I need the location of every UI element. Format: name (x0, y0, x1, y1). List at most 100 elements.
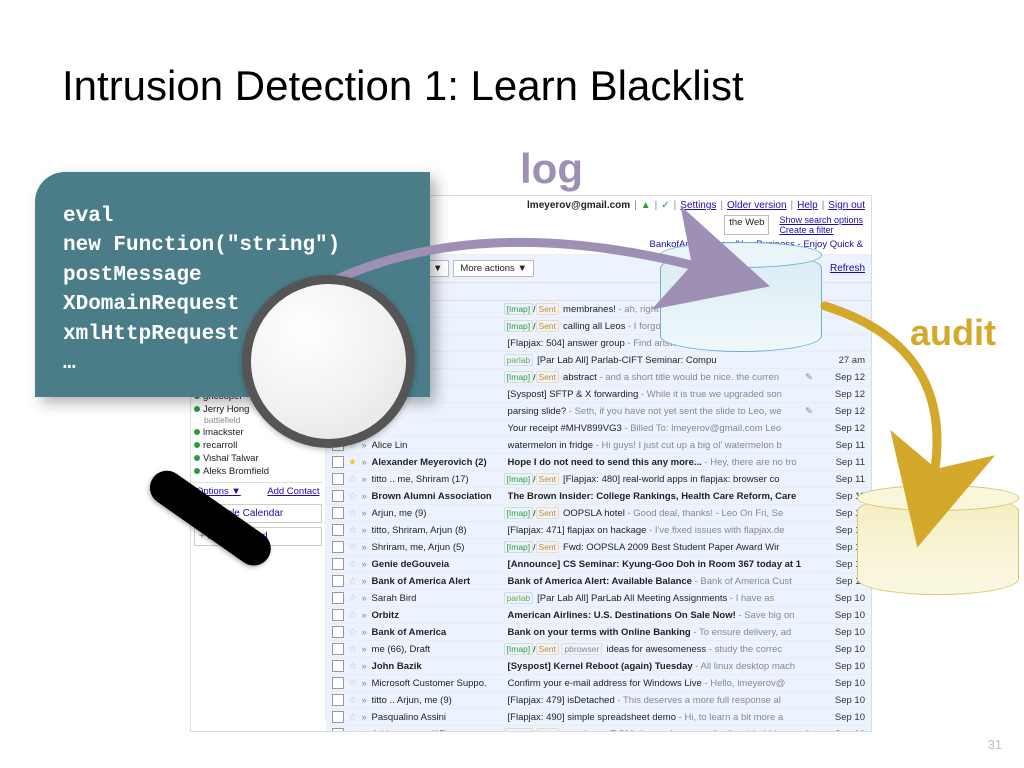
checkbox[interactable] (332, 422, 344, 434)
checkbox[interactable] (332, 405, 344, 417)
sender: Brown Alumni Association (372, 491, 500, 502)
chevron-icon: » (362, 457, 368, 468)
date: Sep 10 (819, 712, 865, 723)
star-icon[interactable]: ☆ (348, 423, 358, 434)
message-row[interactable]: ☆»Alice Linwatermelon in fridge - Hi guy… (326, 437, 871, 454)
message-row[interactable]: ☆»John Bazik[Syspost] Kernel Reboot (aga… (326, 658, 871, 675)
message-row[interactable]: ☆»Sarah Birdparlab[Par Lab All] ParLab A… (326, 590, 871, 607)
subject: Bank of America Alert: Available Balance… (508, 576, 801, 587)
invite-friend-box[interactable]: + Invite a friend (194, 527, 322, 546)
message-row[interactable]: ☆»Bank of America AlertBank of America A… (326, 573, 871, 590)
message-row[interactable]: ☆»Bank of AmericaBank on your terms with… (326, 624, 871, 641)
attachment-icon: ✎ (805, 406, 815, 417)
checkbox[interactable] (332, 609, 344, 621)
star-icon[interactable]: ☆ (348, 712, 358, 723)
show-search-options-link[interactable]: Show search options (779, 215, 863, 225)
checkbox[interactable] (332, 473, 344, 485)
date: Sep 10 (819, 678, 865, 689)
settings-link[interactable]: Settings (680, 200, 716, 211)
checkbox[interactable] (332, 456, 344, 468)
star-icon[interactable]: ☆ (348, 729, 358, 733)
star-icon[interactable]: ☆ (348, 542, 358, 553)
chat-options-link[interactable]: Options ▼ (196, 486, 241, 497)
message-row[interactable]: ☆»me (66), Draft[Imap]/Sent pbrowseridea… (326, 641, 871, 658)
checkbox[interactable] (332, 677, 344, 689)
message-row[interactable]: ☆»Adrienne, me (15)[Imap]/Sentmembrane/D… (326, 726, 871, 732)
subject: Fwd: OOPSLA 2009 Best Student Paper Awar… (563, 542, 801, 553)
checkbox[interactable] (332, 711, 344, 723)
checkbox[interactable] (332, 643, 344, 655)
checkbox[interactable] (332, 490, 344, 502)
star-icon[interactable]: ★ (348, 457, 358, 468)
star-icon[interactable]: ☆ (348, 627, 358, 638)
older-version-link[interactable]: Older version (727, 200, 786, 211)
message-row[interactable]: ☆»Shriram, me, Arjun (5)[Imap]/SentFwd: … (326, 539, 871, 556)
checkbox[interactable] (332, 592, 344, 604)
message-row[interactable]: ☆»Arjun, me (9)[Imap]/SentOOPSLA hotel -… (326, 505, 871, 522)
checkbox[interactable] (332, 694, 344, 706)
checkbox[interactable] (332, 541, 344, 553)
star-icon[interactable]: ☆ (348, 559, 358, 570)
sender: Bank of America Alert (372, 576, 500, 587)
labels: [Imap]/Sent (504, 508, 560, 518)
help-link[interactable]: Help (797, 200, 818, 211)
star-icon[interactable]: ☆ (348, 474, 358, 485)
contact-item[interactable]: Jerry Hongbattlefield (194, 403, 322, 426)
code-line: postMessage (63, 261, 412, 290)
star-icon[interactable]: ☆ (348, 440, 358, 451)
subject: ideas for awesomeness - study the correc (606, 644, 801, 655)
message-row[interactable]: ☆»titto .. me, Shriram (17)[Imap]/Sent[F… (326, 471, 871, 488)
star-icon[interactable]: ☆ (348, 661, 358, 672)
checkbox[interactable] (332, 575, 344, 587)
checkbox[interactable] (332, 439, 344, 451)
contact-item[interactable]: Aleks Bromfield (194, 465, 322, 478)
star-icon[interactable]: ☆ (348, 678, 358, 689)
date: Sep 12 (819, 406, 865, 417)
labels: [Imap]/Sent (504, 372, 560, 382)
star-icon[interactable]: ☆ (348, 644, 358, 655)
more-actions-button[interactable]: More actions ▼ (453, 260, 533, 277)
create-filter-link[interactable]: Create a filter (779, 225, 833, 235)
subject: OOPSLA hotel - Good deal, thanks! - Leo … (563, 508, 801, 519)
date: Sep 10 (819, 593, 865, 604)
star-icon[interactable]: ☆ (348, 525, 358, 536)
contact-item[interactable]: recarroll (194, 439, 322, 452)
message-row[interactable]: ☆»Your receipt #MHV899VG3 - Billed To: l… (326, 420, 871, 437)
star-icon[interactable]: ☆ (348, 406, 358, 417)
refresh-link[interactable]: Refresh (830, 263, 865, 274)
contact-item[interactable]: Vishal Talwar (194, 452, 322, 465)
sender: Arjun, me (9) (372, 508, 500, 519)
message-row[interactable]: ☆»Pasqualino Assini[Flapjax: 490] simple… (326, 709, 871, 726)
star-icon[interactable]: ☆ (348, 610, 358, 621)
message-row[interactable]: ☆»Brown Alumni AssociationThe Brown Insi… (326, 488, 871, 505)
sender: titto .. Arjun, me (9) (372, 695, 500, 706)
message-row[interactable]: ☆»Microsoft Customer Suppo.Confirm your … (326, 675, 871, 692)
star-icon[interactable]: ☆ (348, 593, 358, 604)
star-icon[interactable]: ☆ (348, 491, 358, 502)
message-row[interactable]: ★»Alexander Meyerovich (2)Hope I do not … (326, 454, 871, 471)
message-row[interactable]: ☆»parsing slide? - Seth, if you have not… (326, 403, 871, 420)
chevron-icon: » (362, 661, 368, 672)
google-calendar-box[interactable]: + Google Calendar (194, 504, 322, 523)
message-row[interactable]: ☆»Genie deGouveia[Announce] CS Seminar: … (326, 556, 871, 573)
message-row[interactable]: ☆»titto, Shriram, Arjun (8)[Flapjax: 471… (326, 522, 871, 539)
checkbox[interactable] (332, 558, 344, 570)
checkbox[interactable] (332, 626, 344, 638)
star-icon[interactable]: ☆ (348, 695, 358, 706)
star-icon[interactable]: ☆ (348, 508, 358, 519)
checkbox[interactable] (332, 728, 344, 732)
sender: Shriram, me, Arjun (5) (372, 542, 500, 553)
check-icon: ✓ (661, 200, 669, 211)
star-icon[interactable]: ☆ (348, 576, 358, 587)
signout-link[interactable]: Sign out (828, 200, 865, 211)
message-row[interactable]: ☆»OrbitzAmerican Airlines: U.S. Destinat… (326, 607, 871, 624)
contact-item[interactable]: lmackster (194, 426, 322, 439)
account-email: lmeyerov@gmail.com (527, 200, 630, 211)
checkbox[interactable] (332, 524, 344, 536)
checkbox[interactable] (332, 507, 344, 519)
checkbox[interactable] (332, 660, 344, 672)
subject: Hope I do not need to send this any more… (508, 457, 801, 468)
message-row[interactable]: ☆»titto .. Arjun, me (9)[Flapjax: 479] i… (326, 692, 871, 709)
search-web-button[interactable]: the Web (724, 215, 769, 235)
add-contact-link[interactable]: Add Contact (267, 486, 319, 497)
